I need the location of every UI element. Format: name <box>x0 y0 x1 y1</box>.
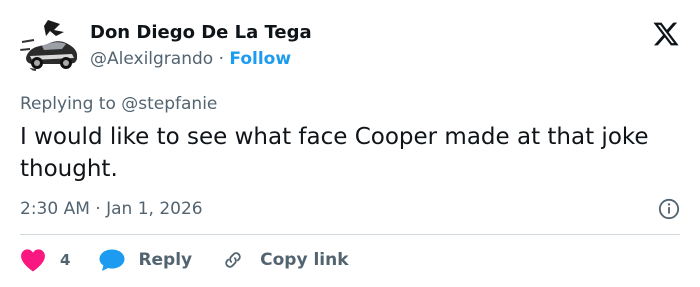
copy-link-button[interactable]: Copy link <box>222 248 349 272</box>
copy-link-label: Copy link <box>260 250 349 270</box>
reply-label: Reply <box>138 250 193 270</box>
display-name[interactable]: Don Diego De La Tega <box>90 22 312 44</box>
speech-bubble-icon <box>99 249 125 271</box>
reply-button[interactable]: Reply <box>98 248 192 272</box>
like-count: 4 <box>60 251 71 269</box>
tweet-date: Jan 1, 2026 <box>106 199 203 219</box>
sports-car-avatar-icon <box>20 16 80 76</box>
link-icon <box>225 252 241 268</box>
divider <box>20 234 680 235</box>
handle-separator: · <box>218 49 224 69</box>
handle-row: @Alexilgrando · Follow <box>90 48 312 70</box>
like-button[interactable]: 4 <box>20 248 70 272</box>
x-logo-icon[interactable] <box>652 20 680 48</box>
tweet-text: I would like to see what face Cooper mad… <box>20 124 649 182</box>
author-info: Don Diego De La Tega @Alexilgrando · Fol… <box>90 22 312 70</box>
follow-button[interactable]: Follow <box>229 49 291 69</box>
replying-to: Replying to @stepfanie <box>20 93 217 115</box>
reply-mention-link[interactable]: @stepfanie <box>121 94 217 114</box>
timestamp-separator: · <box>95 199 101 219</box>
action-bar: 4 Reply Copy link <box>20 246 349 274</box>
handle[interactable]: @Alexilgrando <box>90 49 213 69</box>
heart-icon <box>21 249 45 272</box>
avatar[interactable] <box>20 16 80 76</box>
tweet-header: Don Diego De La Tega @Alexilgrando · Fol… <box>20 14 680 78</box>
replying-prefix: Replying to <box>20 94 116 114</box>
info-icon[interactable] <box>658 198 680 220</box>
tweet-time: 2:30 AM <box>20 199 90 219</box>
tweet-timestamp[interactable]: 2:30 AM · Jan 1, 2026 <box>20 197 203 221</box>
